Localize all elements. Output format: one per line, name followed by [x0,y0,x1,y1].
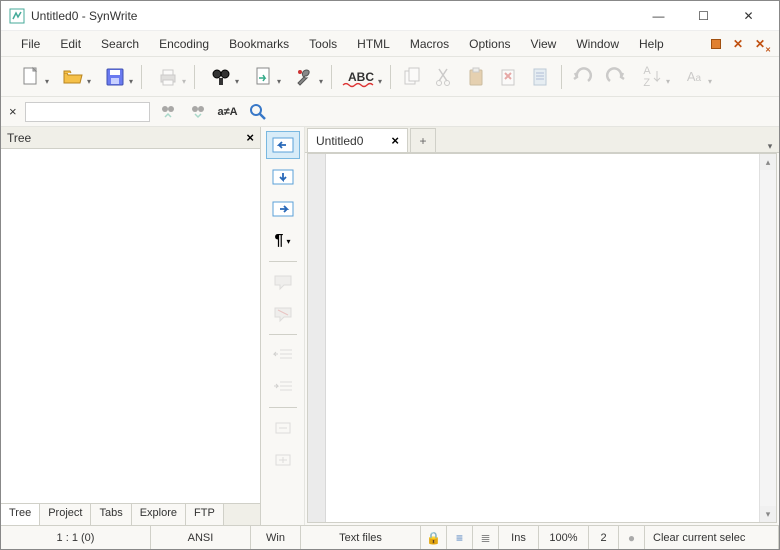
print-button[interactable]: ▾ [148,62,188,92]
vbtn-collapse[interactable] [266,414,300,442]
search-input[interactable] [25,102,150,122]
side-panel-header: Tree × [1,127,260,149]
spellcheck-button[interactable]: ABC ▾ [338,62,384,92]
menu-options[interactable]: Options [459,33,520,55]
vbtn-indent[interactable] [266,373,300,401]
status-encoding[interactable]: ANSI [151,526,251,549]
main-toolbar: ▾ ▾ ▾ ▾ ▾ ▾ ▾ ABC ▾ [1,57,779,97]
scroll-up-icon[interactable]: ▴ [760,154,776,170]
search-bar: × a≠A [1,97,779,127]
save-button[interactable]: ▾ [95,62,135,92]
status-lock-icon[interactable]: 🔒 [421,526,447,549]
side-panel-title: Tree [7,131,246,145]
side-panel-close-icon[interactable]: × [246,130,254,145]
editor-gutter[interactable] [308,154,326,522]
copy-button[interactable] [397,62,427,92]
select-all-button[interactable] [525,62,555,92]
side-tab-tabs[interactable]: Tabs [91,504,131,525]
vbtn-uncomment[interactable] [266,300,300,328]
menu-edit[interactable]: Edit [50,33,91,55]
status-message: Clear current selec [645,526,779,549]
delete-button[interactable] [493,62,523,92]
menu-file[interactable]: File [11,33,50,55]
paste-button[interactable] [461,62,491,92]
maximize-button[interactable]: ☐ [681,1,726,31]
menu-bar: File Edit Search Encoding Bookmarks Tool… [1,31,779,57]
work-area: Tree × Tree Project Tabs Explore FTP ¶▾ [1,127,779,525]
new-file-button[interactable]: ▾ [11,62,51,92]
status-lexer[interactable]: Text files [301,526,421,549]
minimize-button[interactable]: — [636,1,681,31]
side-panel: Tree × Tree Project Tabs Explore FTP [1,127,261,525]
menu-icon-x2[interactable]: ✕✕ [751,35,769,53]
scroll-down-icon[interactable]: ▾ [760,506,776,522]
sort-button[interactable]: AZ ▾ [632,62,672,92]
editor-tab-label: Untitled0 [316,134,363,148]
editor-tab-close-icon[interactable]: × [391,133,399,148]
status-position[interactable]: 1 : 1 (0) [1,526,151,549]
menu-search[interactable]: Search [91,33,149,55]
scroll-track[interactable] [760,170,776,506]
tree-body[interactable] [1,149,260,503]
editor: ▴ ▾ [307,153,777,523]
goto-button[interactable]: ▾ [243,62,283,92]
menu-encoding[interactable]: Encoding [149,33,219,55]
editor-tabs: Untitled0 × + ▾ [305,127,779,153]
status-insert-mode[interactable]: Ins [499,526,539,549]
side-tab-tree[interactable]: Tree [1,504,40,525]
menu-tools[interactable]: Tools [299,33,347,55]
cut-button[interactable] [429,62,459,92]
editor-tab[interactable]: Untitled0 × [307,128,408,152]
search-close-icon[interactable]: × [7,104,19,119]
editor-text-area[interactable] [326,154,759,522]
editor-tab-new[interactable]: + [410,128,436,152]
undo-button[interactable] [568,62,598,92]
vbtn-back[interactable] [266,131,300,159]
menu-html[interactable]: HTML [347,33,400,55]
menu-macros[interactable]: Macros [400,33,459,55]
vertical-scrollbar[interactable]: ▴ ▾ [759,154,776,522]
side-tab-explore[interactable]: Explore [132,504,186,525]
tools-button[interactable]: ▾ [285,62,325,92]
menu-icon-close[interactable]: ✕ [729,35,747,53]
window-title: Untitled0 - SynWrite [31,9,636,23]
app-icon [9,8,25,24]
editor-area: Untitled0 × + ▾ ▴ ▾ [305,127,779,525]
redo-button[interactable] [600,62,630,92]
status-misc[interactable]: 2 [589,526,619,549]
side-tab-project[interactable]: Project [40,504,91,525]
menu-icon-box[interactable] [707,35,725,53]
search-next-button[interactable] [186,100,210,124]
title-bar: Untitled0 - SynWrite — ☐ ✕ [1,1,779,31]
status-line-endings[interactable]: Win [251,526,301,549]
find-button[interactable]: ▾ [201,62,241,92]
menu-window[interactable]: Window [566,33,629,55]
case-button[interactable]: Aa▾ [674,62,714,92]
status-wrap1-icon[interactable]: ≡ [447,526,473,549]
tabs-dropdown-icon[interactable]: ▾ [761,141,779,152]
status-dot-icon[interactable]: ● [619,526,645,549]
status-zoom[interactable]: 100% [539,526,589,549]
close-button[interactable]: ✕ [726,1,771,31]
side-panel-tabs: Tree Project Tabs Explore FTP [1,503,260,525]
match-case-button[interactable]: a≠A [216,100,240,124]
menu-view[interactable]: View [521,33,567,55]
menu-help[interactable]: Help [629,33,674,55]
vertical-toolbar: ¶▾ [261,127,305,525]
search-prev-button[interactable] [156,100,180,124]
side-tab-ftp[interactable]: FTP [186,504,224,525]
vbtn-comment[interactable] [266,268,300,296]
search-find-button[interactable] [246,100,270,124]
vbtn-down[interactable] [266,163,300,191]
vbtn-pilcrow[interactable]: ¶▾ [263,227,303,255]
status-wrap2-icon[interactable]: ≣ [473,526,499,549]
menu-bookmarks[interactable]: Bookmarks [219,33,299,55]
status-bar: 1 : 1 (0) ANSI Win Text files 🔒 ≡ ≣ Ins … [1,525,779,549]
vbtn-forward[interactable] [266,195,300,223]
vbtn-expand[interactable] [266,446,300,474]
open-button[interactable]: ▾ [53,62,93,92]
vbtn-unindent[interactable] [266,341,300,369]
